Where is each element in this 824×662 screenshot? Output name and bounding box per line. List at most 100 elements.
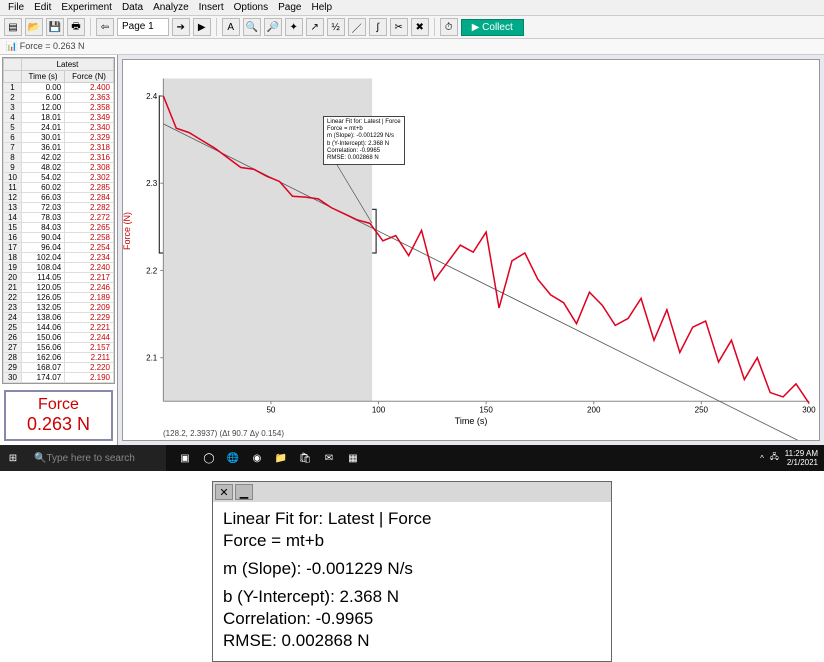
run-header[interactable]: Latest <box>22 59 114 71</box>
print-icon[interactable]: 🖶 <box>67 18 85 36</box>
chrome-icon[interactable]: ◉ <box>248 449 266 467</box>
enlarged-rmse: RMSE: 0.002868 N <box>223 630 601 652</box>
explorer-icon[interactable]: 📁 <box>272 449 290 467</box>
table-row[interactable]: 22126.052.189 <box>4 293 114 303</box>
page-select[interactable]: Page 1 <box>117 18 169 36</box>
cut-icon[interactable]: ✂ <box>390 18 408 36</box>
table-row[interactable]: 842.022.316 <box>4 153 114 163</box>
menu-edit[interactable]: Edit <box>34 2 51 13</box>
clock-time[interactable]: 11:29 AM <box>785 449 818 458</box>
menu-options[interactable]: Options <box>234 2 268 13</box>
mail-icon[interactable]: ✉ <box>320 449 338 467</box>
minimize-icon[interactable]: ▁ <box>235 484 253 500</box>
table-row[interactable]: 736.012.318 <box>4 143 114 153</box>
menu-experiment[interactable]: Experiment <box>61 2 112 13</box>
fit-callout[interactable]: Linear Fit for: Latest | Force Force = m… <box>323 116 405 165</box>
table-row[interactable]: 1584.032.265 <box>4 223 114 233</box>
edge-icon[interactable]: 🌐 <box>224 449 242 467</box>
table-row[interactable]: 29168.072.220 <box>4 363 114 373</box>
table-row[interactable]: 312.002.358 <box>4 103 114 113</box>
zoom-in-icon[interactable]: 🔍 <box>243 18 261 36</box>
table-row[interactable]: 418.012.349 <box>4 113 114 123</box>
tangent-icon[interactable]: ↗ <box>306 18 324 36</box>
table-row[interactable]: 10.002.400 <box>4 83 114 93</box>
table-row[interactable]: 948.022.308 <box>4 163 114 173</box>
table-row[interactable]: 1054.022.302 <box>4 173 114 183</box>
enlarged-eq: Force = mt+b <box>223 530 601 552</box>
taskbar-search[interactable]: 🔍 Type here to search <box>26 445 166 471</box>
table-row[interactable]: 23132.052.209 <box>4 303 114 313</box>
play-icon[interactable]: ▶ <box>193 18 211 36</box>
enlarged-intercept: b (Y-Intercept): 2.368 N <box>223 586 601 608</box>
tray-up-icon[interactable]: ^ <box>760 454 764 463</box>
svg-text:250: 250 <box>695 405 709 414</box>
examine-icon[interactable]: ✦ <box>285 18 303 36</box>
collect-button[interactable]: ▶ Collect <box>461 19 524 36</box>
table-row[interactable]: 1796.042.254 <box>4 243 114 253</box>
table-row[interactable]: 19108.042.240 <box>4 263 114 273</box>
table-row[interactable]: 18102.042.234 <box>4 253 114 263</box>
enlarged-slope: m (Slope): -0.001229 N/s <box>223 558 601 580</box>
zoom-out-icon[interactable]: 🔎 <box>264 18 282 36</box>
graph-area[interactable]: Force (N) 2.12.22.32.450100150200250300 … <box>122 59 820 441</box>
tray-net-icon[interactable]: 🖧 <box>770 451 779 465</box>
table-row[interactable]: 27156.062.157 <box>4 343 114 353</box>
save-icon[interactable]: 💾 <box>46 18 64 36</box>
x-axis-label[interactable]: Time (s) <box>455 416 488 426</box>
menu-file[interactable]: File <box>8 2 24 13</box>
menu-page[interactable]: Page <box>278 2 301 13</box>
table-row[interactable]: 1690.042.258 <box>4 233 114 243</box>
table-row[interactable]: 21120.052.246 <box>4 283 114 293</box>
table-row[interactable]: 524.012.340 <box>4 123 114 133</box>
table-row[interactable]: 630.012.329 <box>4 133 114 143</box>
fit-corr: Correlation: -0.9965 <box>327 148 401 155</box>
table-row[interactable]: 1372.032.282 <box>4 203 114 213</box>
enlarged-fit-panel: ✕ ▁ Linear Fit for: Latest | Force Force… <box>212 481 612 662</box>
table-row[interactable]: 26.002.363 <box>4 93 114 103</box>
table-row[interactable]: 30174.072.190 <box>4 373 114 383</box>
status-tab[interactable]: 📊 Force = 0.263 N <box>0 39 824 55</box>
app-icon[interactable]: ▦ <box>344 449 362 467</box>
windows-taskbar: ⊞ 🔍 Type here to search ▣ ◯ 🌐 ◉ 📁 🛍 ✉ ▦ … <box>0 445 824 471</box>
menu-analyze[interactable]: Analyze <box>153 2 189 13</box>
menu-help[interactable]: Help <box>311 2 332 13</box>
table-row[interactable]: 25144.062.221 <box>4 323 114 333</box>
next-page-button[interactable]: ➔ <box>172 18 190 36</box>
table-row[interactable]: 1160.022.285 <box>4 183 114 193</box>
autoscale-icon[interactable]: A <box>222 18 240 36</box>
digital-meter[interactable]: Force 0.263 N <box>4 390 113 441</box>
task-view-icon[interactable]: ▣ <box>176 449 194 467</box>
file-new-icon[interactable]: ▤ <box>4 18 22 36</box>
clock-date[interactable]: 2/1/2021 <box>785 458 818 467</box>
linear-fit-icon[interactable]: ／ <box>348 18 366 36</box>
data-collection-icon[interactable]: ⏱ <box>440 18 458 36</box>
table-row[interactable]: 1266.032.284 <box>4 193 114 203</box>
table-row[interactable]: 20114.052.217 <box>4 273 114 283</box>
cortana-icon[interactable]: ◯ <box>200 449 218 467</box>
col-time[interactable]: Time (s) <box>22 71 65 83</box>
y-axis-label[interactable]: Force (N) <box>122 212 132 250</box>
coord-readout: (128.2, 2.3937) (Δt 90.7 Δy 0.154) <box>163 429 284 438</box>
stats-icon[interactable]: ½ <box>327 18 345 36</box>
curve-fit-icon[interactable]: ∫ <box>369 18 387 36</box>
close-icon[interactable]: ✕ <box>215 484 233 500</box>
col-force[interactable]: Force (N) <box>65 71 114 83</box>
table-row[interactable]: 1478.032.272 <box>4 213 114 223</box>
strike-icon[interactable]: ✖ <box>411 18 429 36</box>
prev-page-button[interactable]: ⇦ <box>96 18 114 36</box>
start-button[interactable]: ⊞ <box>0 445 26 471</box>
table-row[interactable]: 31180.072.172 <box>4 383 114 385</box>
search-placeholder: Type here to search <box>46 453 134 464</box>
table-row[interactable]: 26150.062.244 <box>4 333 114 343</box>
menu-insert[interactable]: Insert <box>199 2 224 13</box>
data-table[interactable]: Latest Time (s)Force (N) 10.002.40026.00… <box>2 57 115 384</box>
chart-svg[interactable]: 2.12.22.32.450100150200250300 <box>123 60 819 440</box>
collect-label: Collect <box>482 22 513 33</box>
table-row[interactable]: 24138.062.229 <box>4 313 114 323</box>
fit-slope: m (Slope): -0.001229 N/s <box>327 133 401 140</box>
table-row[interactable]: 28162.062.211 <box>4 353 114 363</box>
store-icon[interactable]: 🛍 <box>296 449 314 467</box>
meter-value: 0.263 N <box>10 414 107 435</box>
file-open-icon[interactable]: 📂 <box>25 18 43 36</box>
menu-data[interactable]: Data <box>122 2 143 13</box>
